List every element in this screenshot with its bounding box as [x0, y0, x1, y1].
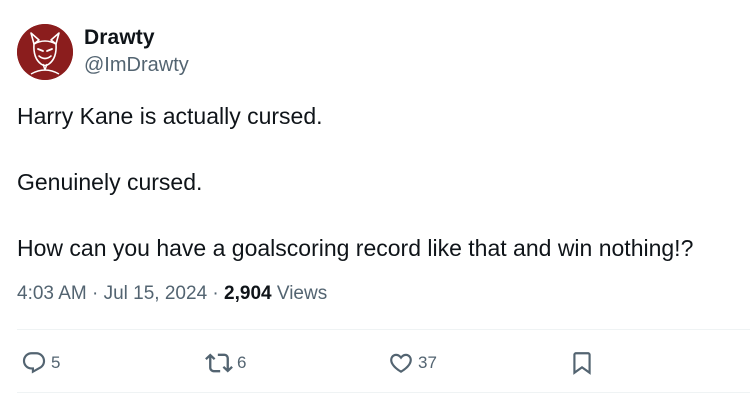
tweet-card: Drawty @ImDrawty Harry Kane is actually …	[0, 0, 750, 403]
like-button[interactable]: 37	[388, 347, 437, 379]
divider	[17, 392, 750, 393]
tweet-date[interactable]: Jul 15, 2024	[104, 283, 208, 304]
tweet-meta: 4:03 AM · Jul 15, 2024 · 2,904 Views	[17, 283, 327, 305]
tweet-paragraph: Genuinely cursed.	[17, 169, 203, 195]
bookmark-button[interactable]	[569, 347, 595, 379]
like-count: 37	[418, 353, 437, 372]
meta-separator: ·	[212, 283, 219, 304]
heart-icon	[388, 350, 414, 376]
action-bar: 5 6 37	[0, 347, 750, 379]
reply-count: 5	[51, 353, 61, 372]
tweet-paragraph: Harry Kane is actually cursed.	[17, 103, 323, 129]
meta-separator: ·	[92, 283, 99, 304]
retweet-count: 6	[237, 353, 247, 372]
devil-avatar-icon	[17, 24, 73, 80]
retweet-button[interactable]: 6	[205, 347, 246, 379]
tweet-text: Harry Kane is actually cursed. Genuinely…	[17, 99, 737, 297]
author-display-name[interactable]: Drawty	[84, 26, 155, 50]
reply-icon	[21, 350, 47, 376]
divider	[17, 329, 750, 330]
tweet-paragraph: How can you have a goalscoring record li…	[17, 235, 694, 261]
author-avatar[interactable]	[17, 24, 73, 80]
bookmark-icon	[569, 350, 595, 376]
reply-button[interactable]: 5	[21, 347, 60, 379]
author-handle[interactable]: @ImDrawty	[84, 54, 189, 77]
views-count: 2,904	[224, 283, 272, 304]
views-label: Views	[276, 283, 328, 304]
tweet-time[interactable]: 4:03 AM	[17, 283, 87, 304]
retweet-icon	[205, 349, 233, 377]
